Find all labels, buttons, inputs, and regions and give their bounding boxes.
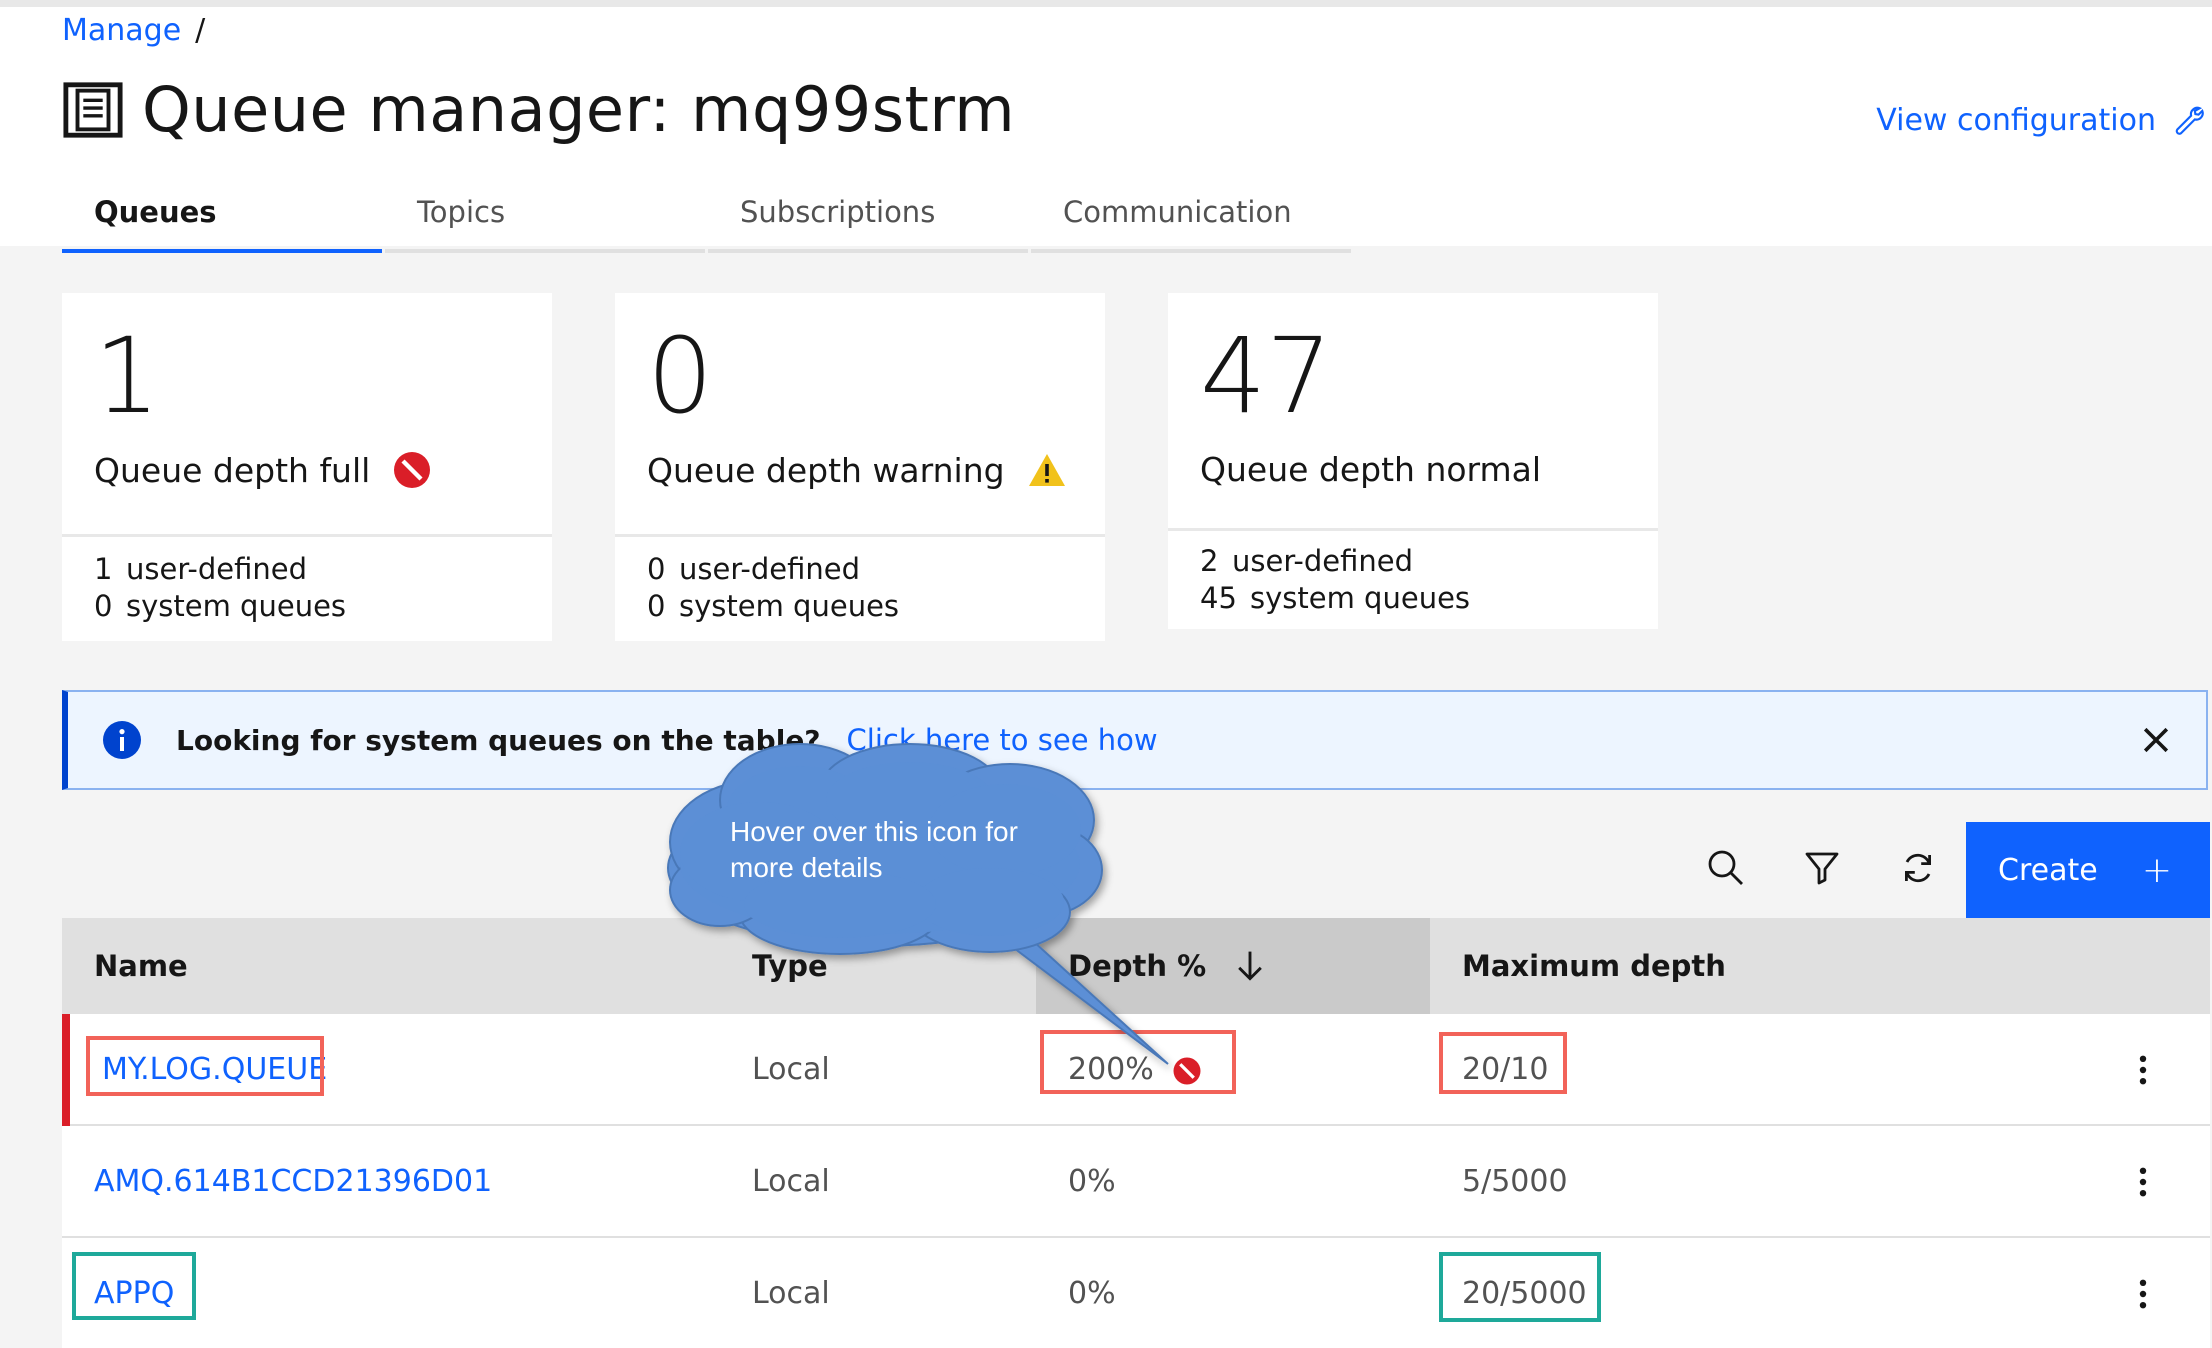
create-button-label: Create — [1998, 852, 2098, 888]
tab-communication[interactable]: Communication — [1031, 183, 1351, 253]
breadcrumb: Manage / — [62, 13, 205, 48]
table-row: APPQ Local 0% 20/5000 — [62, 1238, 2210, 1348]
tab-subscriptions[interactable]: Subscriptions — [708, 183, 1028, 253]
arrow-down-icon — [1238, 951, 1262, 981]
tile-queue-depth-full[interactable]: 1 Queue depth full 1 user-defined 0 system… — [62, 293, 552, 641]
system-queues-count: 45 — [1200, 581, 1237, 615]
view-configuration-label: View configuration — [1876, 103, 2156, 138]
user-defined-count: 1 — [94, 552, 113, 586]
annotation-box — [1439, 1252, 1601, 1322]
notification-title: Looking for system queues on the table? — [176, 723, 821, 757]
tab-list: Queues Topics Subscriptions Communicatio… — [62, 183, 1354, 253]
tile-breakdown: 2 user-defined 45 system queues — [1168, 531, 1658, 629]
info-notification: Looking for system queues on the table? … — [62, 690, 2208, 790]
plus-icon: + — [2141, 849, 2172, 891]
page-title-text: Queue manager: mq99strm — [142, 73, 1016, 146]
column-header-maximum-depth[interactable]: Maximum depth — [1462, 918, 1726, 1014]
tile-label: Queue depth normal — [1200, 450, 1541, 489]
column-header-name[interactable]: Name — [94, 918, 188, 1014]
column-header-depth[interactable]: Depth % — [1036, 918, 1430, 1014]
column-header-type[interactable]: Type — [752, 918, 828, 1014]
page-title: Queue manager: mq99strm — [62, 73, 1015, 146]
queue-type: Local — [752, 1052, 830, 1087]
table-row: MY.LOG.QUEUE Local 200% 20/10 — [62, 1014, 2210, 1126]
annotation-box — [1040, 1030, 1236, 1094]
system-queues-count: 0 — [647, 589, 666, 623]
info-icon — [103, 721, 141, 759]
system-queues-label: system queues — [1250, 581, 1471, 615]
tile-queue-depth-warning[interactable]: 0 Queue depth warning 0 user-defined 0 sys… — [615, 293, 1105, 641]
queue-manager-icon — [63, 81, 123, 138]
tab-queues[interactable]: Queues — [62, 183, 382, 253]
callout-text: Hover over this icon for more details — [730, 816, 1018, 883]
user-defined-count: 2 — [1200, 544, 1219, 578]
annotation-box — [86, 1036, 324, 1096]
create-button[interactable]: Create + — [1966, 822, 2210, 918]
user-defined-label: user-defined — [679, 552, 861, 586]
notification-link[interactable]: Click here to see how — [847, 723, 1158, 757]
refresh-icon[interactable] — [1898, 848, 1938, 888]
queue-max-depth: 5/5000 — [1462, 1164, 1568, 1199]
queue-type: Local — [752, 1276, 830, 1311]
search-icon[interactable] — [1706, 848, 1746, 888]
queues-table: Name Type Depth % Maximum depth MY.LOG.Q… — [62, 918, 2210, 1348]
overflow-menu-icon[interactable] — [2138, 1054, 2148, 1086]
tile-breakdown: 1 user-defined 0 system queues — [62, 537, 552, 641]
table-row: AMQ.614B1CCD21396D01 Local 0% 5/5000 — [62, 1126, 2210, 1238]
page-header: Manage / Queue manager: mq99strm View con… — [0, 0, 2212, 253]
column-header-depth-label: Depth % — [1068, 949, 1207, 983]
queue-type: Local — [752, 1164, 830, 1199]
tile-label: Queue depth full — [94, 450, 432, 490]
error-icon — [394, 452, 431, 488]
user-defined-label: user-defined — [126, 552, 308, 586]
tile-label-text: Queue depth normal — [1200, 450, 1542, 489]
user-defined-label: user-defined — [1232, 544, 1414, 578]
tile-breakdown: 0 user-defined 0 system queues — [615, 537, 1105, 641]
overflow-menu-icon[interactable] — [2138, 1166, 2148, 1198]
system-queues-count: 0 — [94, 589, 113, 623]
breadcrumb-separator: / — [195, 13, 206, 48]
tile-count: 47 — [1200, 315, 1333, 437]
wrench-icon — [2175, 106, 2204, 135]
filter-icon[interactable] — [1802, 848, 1842, 888]
queue-depth: 0% — [1068, 1276, 1116, 1311]
overflow-menu-icon[interactable] — [2138, 1278, 2148, 1310]
warning-icon — [1028, 454, 1065, 486]
user-defined-count: 0 — [647, 552, 666, 586]
tile-count: 1 — [94, 315, 161, 437]
tile-label: Queue depth warning — [647, 450, 1067, 490]
tile-queue-depth-normal[interactable]: 47 Queue depth normal 2 user-defined 45 sy… — [1168, 293, 1658, 629]
queue-depth: 0% — [1068, 1164, 1116, 1199]
system-queues-label: system queues — [126, 589, 347, 623]
tile-label-text: Queue depth warning — [647, 450, 1005, 490]
table-header: Name Type Depth % Maximum depth — [62, 918, 2210, 1014]
breadcrumb-manage-link[interactable]: Manage — [62, 13, 181, 48]
annotation-box — [72, 1252, 196, 1320]
close-icon[interactable] — [2138, 722, 2174, 758]
tab-topics[interactable]: Topics — [385, 183, 705, 253]
view-configuration-link[interactable]: View configuration — [1876, 103, 2206, 138]
tile-count: 0 — [647, 315, 714, 437]
system-queues-label: system queues — [679, 589, 900, 623]
queue-name-link[interactable]: AMQ.614B1CCD21396D01 — [94, 1126, 492, 1238]
annotation-box — [1439, 1032, 1567, 1094]
tile-label-text: Queue depth full — [94, 450, 371, 490]
